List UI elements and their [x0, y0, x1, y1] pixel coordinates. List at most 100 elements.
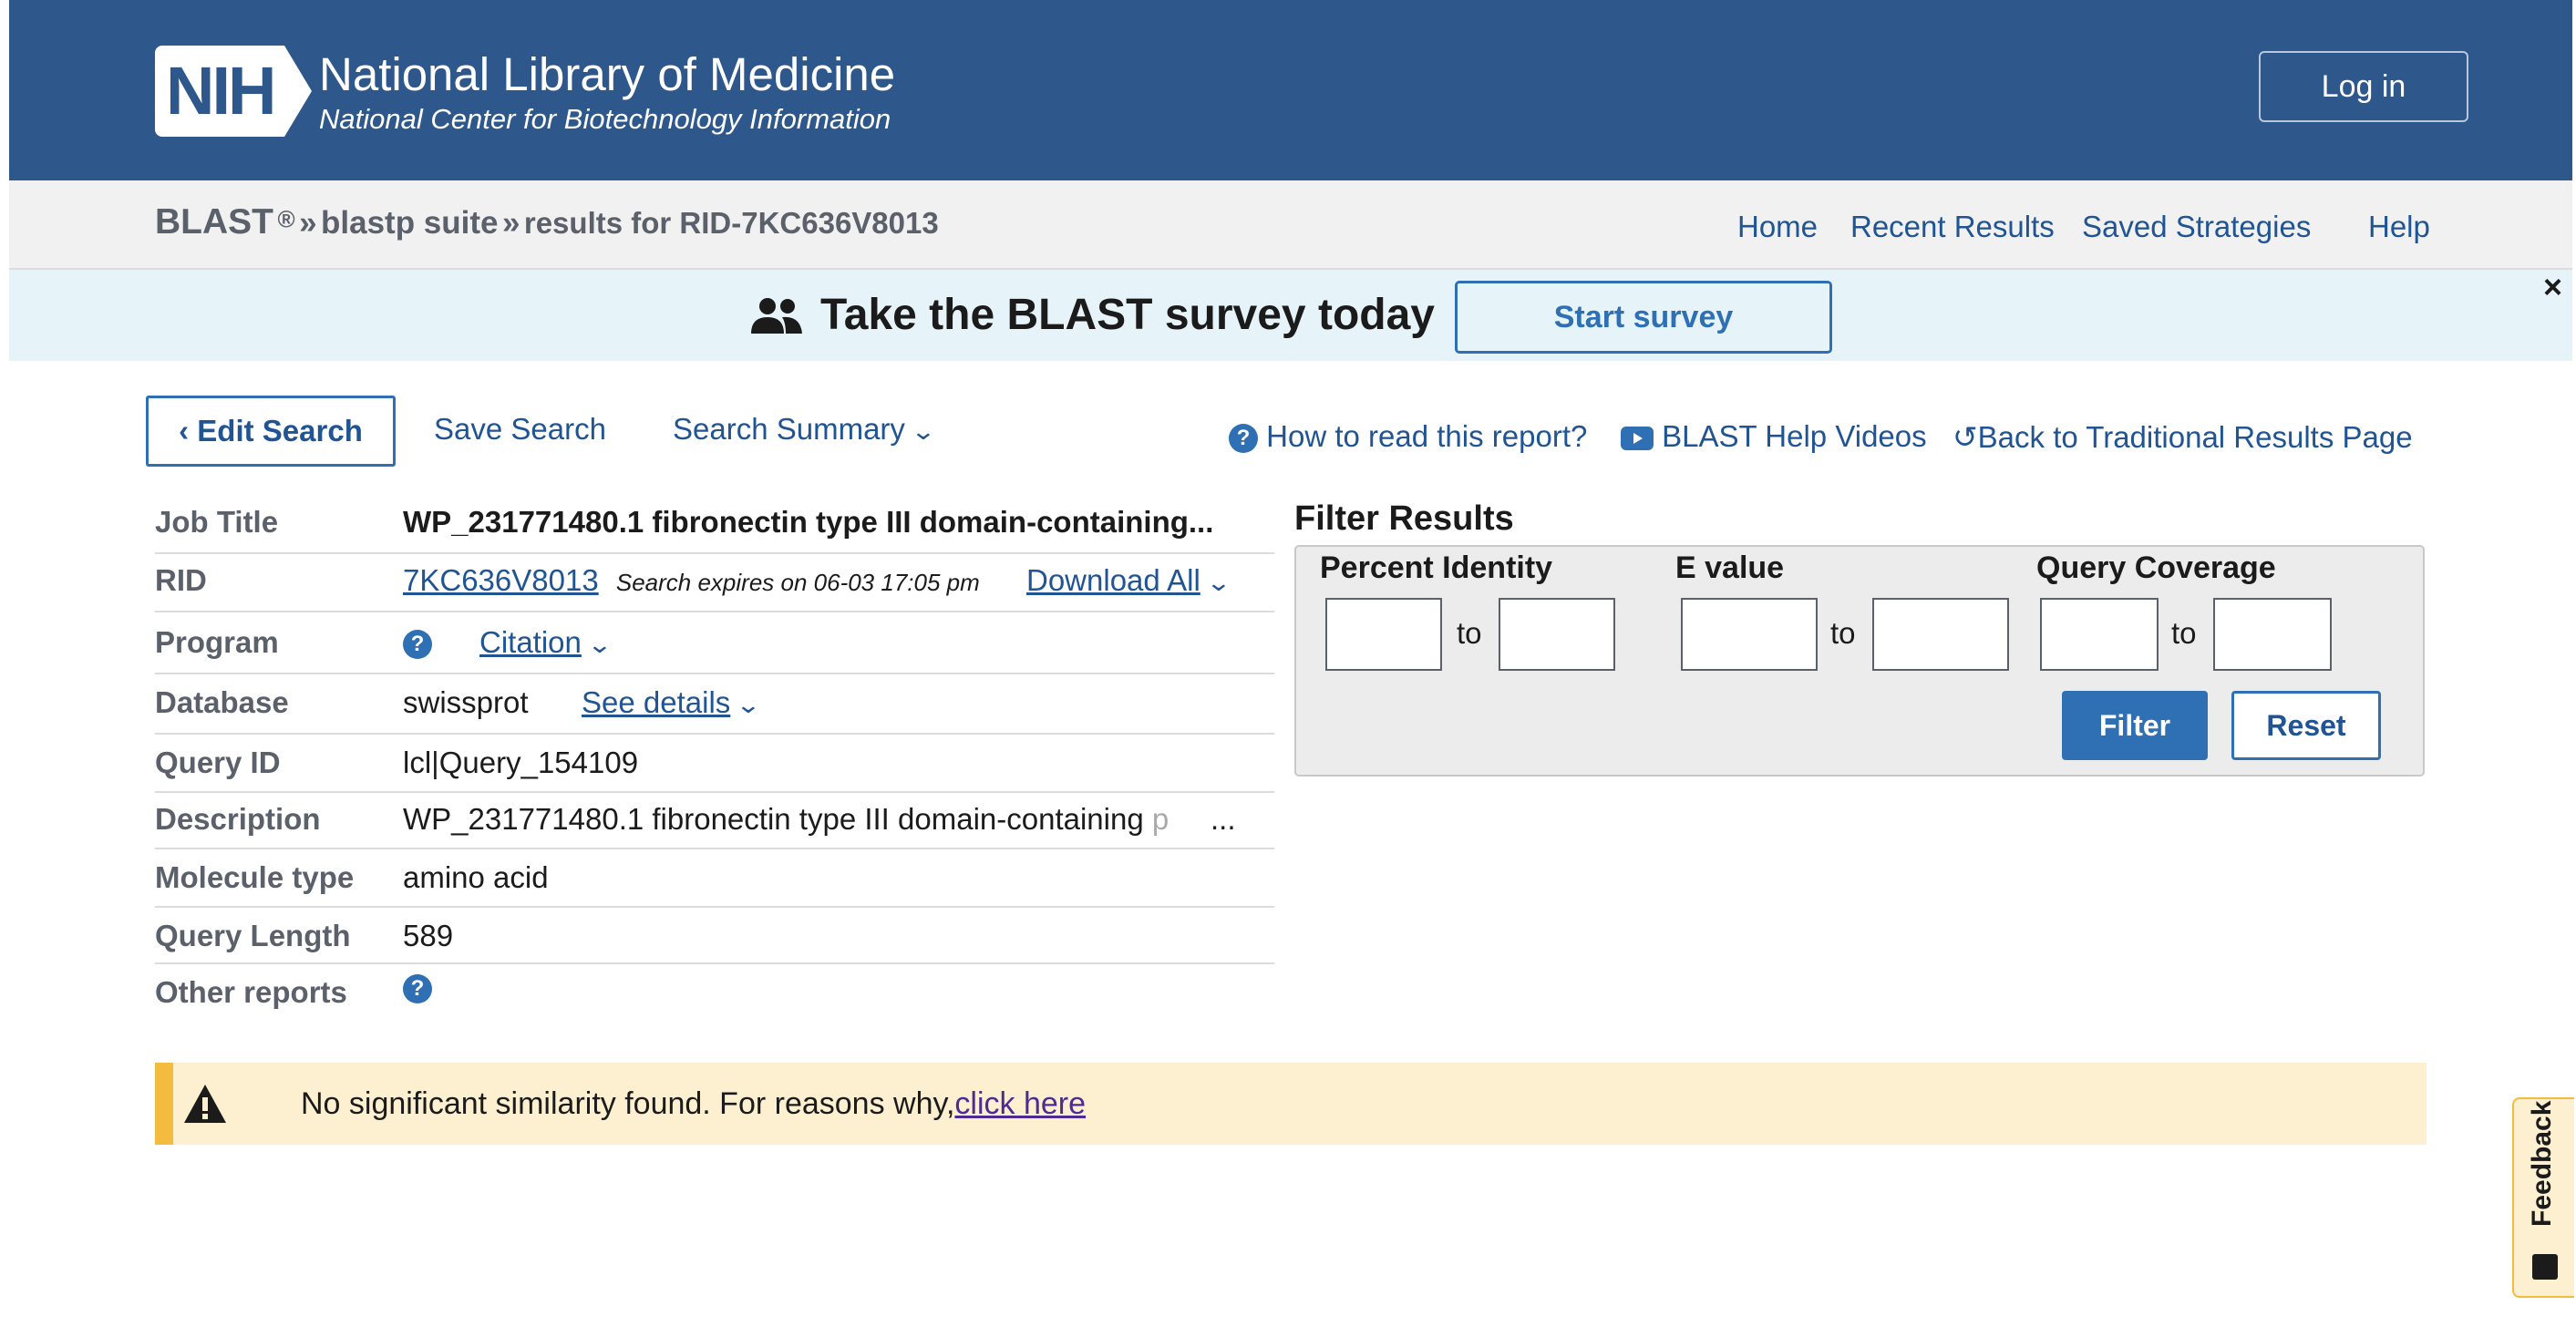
- description-value: WP_231771480.1 fibronectin type III doma…: [403, 802, 1169, 837]
- rid-link[interactable]: 7KC636V8013: [403, 563, 599, 597]
- e-value-min-input[interactable]: [1681, 598, 1818, 671]
- citation-label: Citation: [479, 625, 582, 659]
- chevron-down-icon: ⌄: [586, 631, 613, 658]
- feedback-label: Feedback: [2527, 1100, 2557, 1227]
- how-to-read-link[interactable]: ? How to read this report?: [1229, 419, 1587, 454]
- other-reports-value: ?: [403, 970, 432, 1004]
- how-to-read-label: How to read this report?: [1266, 419, 1588, 453]
- question-icon: ?: [1229, 424, 1258, 454]
- breadcrumb-separator: »: [299, 205, 317, 241]
- info-row-database: Database swissprot See details ⌄: [155, 674, 1274, 735]
- back-traditional-label: Back to Traditional Results Page: [1977, 420, 2413, 454]
- info-row-description: Description WP_231771480.1 fibronectin t…: [155, 793, 1274, 849]
- undo-icon: ↺: [1953, 420, 1978, 454]
- rid-label: RID: [155, 563, 207, 597]
- question-icon[interactable]: ?: [403, 974, 432, 1004]
- breadcrumb-blast[interactable]: BLAST: [155, 202, 273, 242]
- edit-search-label: Edit Search: [197, 414, 363, 447]
- youtube-icon: [1621, 427, 1654, 451]
- job-title-label: Job Title: [155, 505, 279, 539]
- site-title: National Library of Medicine: [319, 48, 896, 100]
- survey-banner: Take the BLAST survey today Start survey…: [9, 268, 2572, 361]
- info-row-query-id: Query ID lcl|Query_154109: [155, 735, 1274, 793]
- query-length-value: 589: [403, 919, 454, 952]
- reset-button[interactable]: Reset: [2231, 691, 2381, 760]
- login-button[interactable]: Log in: [2259, 51, 2468, 122]
- help-videos-link[interactable]: BLAST Help Videos: [1621, 419, 1927, 454]
- breadcrumb: BLAST ® » blastp suite » results for RID…: [155, 202, 939, 242]
- percent-identity-label: Percent Identity: [1320, 550, 1553, 585]
- description-more[interactable]: ...: [1211, 802, 1236, 837]
- filter-button[interactable]: Filter: [2062, 691, 2208, 760]
- search-summary-dropdown[interactable]: Search Summary ⌄: [673, 412, 937, 447]
- other-reports-label: Other reports: [155, 975, 347, 1009]
- nih-logo-text: NIH: [155, 46, 284, 137]
- query-coverage-min-input[interactable]: [2040, 598, 2159, 671]
- molecule-type-value: amino acid: [403, 860, 549, 894]
- alert-accent-bar: [155, 1063, 173, 1145]
- query-id-label: Query ID: [155, 746, 281, 779]
- back-traditional-link[interactable]: ↺Back to Traditional Results Page: [1953, 419, 2413, 455]
- site-subtitle: National Center for Biotechnology Inform…: [319, 103, 891, 135]
- feedback-icon: [2532, 1254, 2558, 1280]
- nav-saved-strategies[interactable]: Saved Strategies: [2082, 210, 2311, 244]
- breadcrumb-separator: »: [501, 205, 520, 241]
- nih-logo-mark: NIH: [155, 46, 312, 137]
- expires-text: Search expires on 06-03 17:05 pm: [615, 569, 980, 596]
- info-row-molecule-type: Molecule type amino acid: [155, 849, 1274, 908]
- alert-text: No significant similarity found. For rea…: [301, 1086, 955, 1121]
- nav-recent-results[interactable]: Recent Results: [1850, 210, 2055, 244]
- program-value: ?: [403, 625, 432, 660]
- query-coverage-label: Query Coverage: [2036, 550, 2276, 585]
- nih-header: NIH National Library of Medicine Nationa…: [9, 0, 2572, 180]
- query-id-value: lcl|Query_154109: [403, 746, 639, 779]
- download-all-dropdown[interactable]: Download All ⌄: [1026, 563, 1232, 598]
- program-label: Program: [155, 625, 279, 659]
- search-summary-label: Search Summary: [673, 412, 905, 446]
- start-survey-button[interactable]: Start survey: [1455, 281, 1832, 354]
- percent-identity-max-input[interactable]: [1499, 598, 1615, 671]
- warning-icon: [184, 1085, 226, 1123]
- percent-identity-min-input[interactable]: [1325, 598, 1442, 671]
- to-label: to: [1457, 616, 1482, 650]
- nav-home[interactable]: Home: [1737, 210, 1818, 244]
- question-icon[interactable]: ?: [403, 630, 432, 660]
- feedback-tab[interactable]: Feedback: [2512, 1097, 2574, 1298]
- nav-help[interactable]: Help: [2368, 210, 2430, 244]
- to-label: to: [2171, 616, 2197, 650]
- job-title-value: WP_231771480.1 fibronectin type III doma…: [403, 505, 1214, 539]
- citation-dropdown[interactable]: Citation ⌄: [479, 625, 613, 660]
- query-length-label: Query Length: [155, 919, 351, 952]
- users-icon: [751, 298, 802, 334]
- database-value: swissprot: [403, 685, 529, 719]
- chevron-down-icon: ⌄: [736, 691, 762, 718]
- molecule-type-label: Molecule type: [155, 860, 355, 894]
- edit-search-button[interactable]: ‹ Edit Search: [146, 396, 396, 467]
- alert-message: No significant similarity found. For rea…: [301, 1086, 1086, 1122]
- close-icon[interactable]: ×: [2543, 268, 2562, 306]
- e-value-max-input[interactable]: [1872, 598, 2009, 671]
- breadcrumb-suite[interactable]: blastp suite: [321, 205, 498, 241]
- chevron-down-icon: ⌄: [1205, 569, 1232, 596]
- see-details-dropdown[interactable]: See details ⌄: [582, 685, 762, 720]
- click-here-link[interactable]: click here: [954, 1086, 1086, 1121]
- help-videos-label: BLAST Help Videos: [1662, 419, 1927, 453]
- chevron-down-icon: ⌄: [910, 417, 937, 445]
- info-row-job-title: Job Title WP_231771480.1 fibronectin typ…: [155, 501, 1274, 554]
- save-search-link[interactable]: Save Search: [434, 412, 606, 447]
- info-row-other-reports: Other reports ?: [155, 964, 1274, 1023]
- to-label: to: [1830, 616, 1856, 650]
- query-coverage-max-input[interactable]: [2213, 598, 2332, 671]
- description-text: WP_231771480.1 fibronectin type III doma…: [403, 802, 1152, 836]
- download-all-label: Download All: [1026, 563, 1200, 597]
- e-value-label: E value: [1675, 550, 1785, 585]
- breadcrumb-results: results for RID-7KC636V8013: [523, 206, 939, 240]
- info-row-query-length: Query Length 589: [155, 908, 1274, 964]
- info-row-program: Program ? Citation ⌄: [155, 612, 1274, 674]
- no-results-alert: No significant similarity found. For rea…: [155, 1063, 2427, 1145]
- nih-logo[interactable]: NIH National Library of Medicine Nationa…: [155, 46, 895, 137]
- description-label: Description: [155, 802, 321, 836]
- breadcrumb-bar: BLAST ® » blastp suite » results for RID…: [9, 180, 2572, 270]
- chevron-left-icon: ‹: [179, 414, 190, 447]
- filter-results-title: Filter Results: [1294, 499, 1514, 538]
